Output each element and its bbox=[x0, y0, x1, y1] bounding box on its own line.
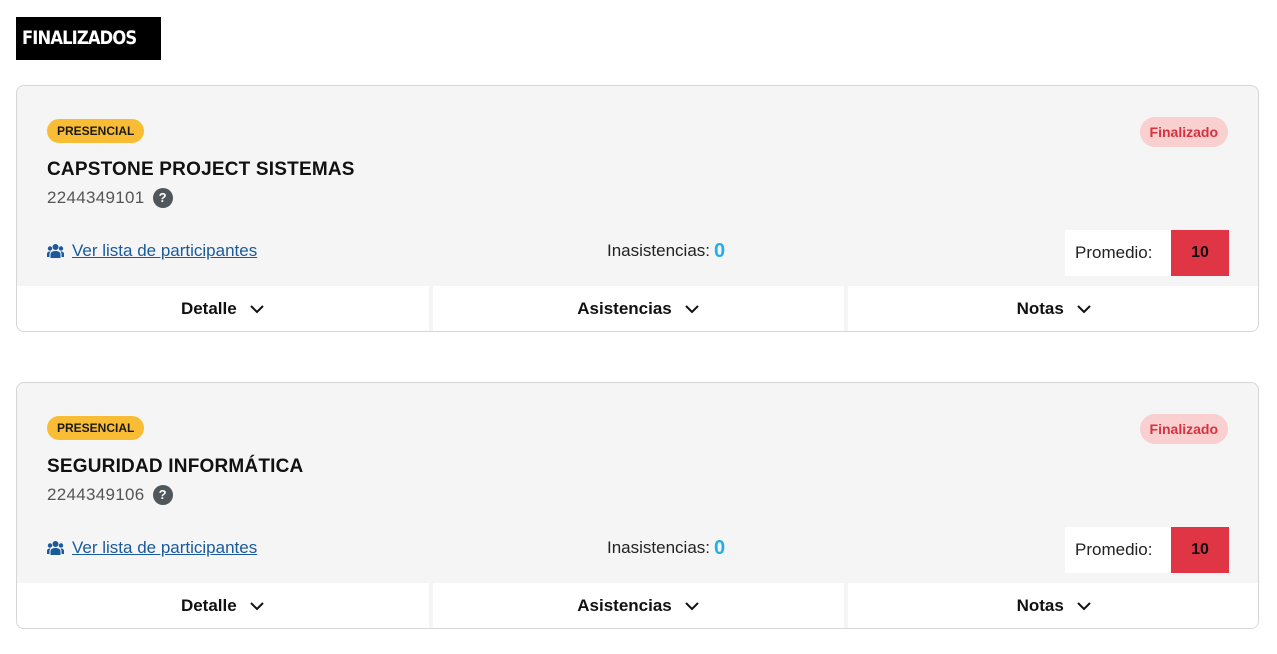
absences: Inasistencias: 0 bbox=[607, 241, 725, 261]
question-circle-icon[interactable]: ? bbox=[152, 188, 173, 208]
average-label: Promedio: bbox=[1075, 540, 1153, 559]
tab-attendance[interactable]: Asistencias bbox=[432, 286, 845, 331]
chevron-down-icon bbox=[1077, 305, 1091, 314]
chevron-down-icon bbox=[1077, 602, 1091, 611]
tab-label: Asistencias bbox=[577, 299, 672, 318]
course-code-row: 2244349101 ? bbox=[47, 188, 173, 208]
average-value: 10 bbox=[1171, 230, 1229, 276]
users-icon bbox=[47, 541, 64, 555]
page: FINALIZADOS PRESENCIAL Finalizado CAPSTO… bbox=[0, 0, 1277, 654]
tab-label: Asistencias bbox=[577, 596, 672, 615]
course-code: 2244349101 bbox=[47, 188, 145, 207]
average-label: Promedio: bbox=[1075, 243, 1153, 262]
course-tabs: Detalle Asistencias Notas bbox=[17, 583, 1258, 628]
modality-badge: PRESENCIAL bbox=[47, 119, 145, 143]
course-code-row: 2244349106 ? bbox=[47, 485, 173, 505]
section-title-text: FINALIZADOS bbox=[22, 27, 137, 49]
average-value: 10 bbox=[1171, 527, 1229, 573]
modality-badge: PRESENCIAL bbox=[47, 416, 145, 440]
chevron-down-icon bbox=[249, 305, 264, 314]
tab-label: Notas bbox=[1016, 596, 1064, 615]
absences-label: Inasistencias: bbox=[607, 241, 710, 260]
chevron-down-icon bbox=[249, 602, 264, 611]
participants-link-text: Ver lista de participantes bbox=[72, 538, 258, 557]
participants-link[interactable]: Ver lista de participantes bbox=[47, 241, 257, 261]
status-badge: Finalizado bbox=[1139, 117, 1228, 147]
tab-attendance[interactable]: Asistencias bbox=[432, 583, 845, 628]
course-card: PRESENCIAL Finalizado CAPSTONE PROJECT S… bbox=[16, 85, 1259, 332]
average-box: Promedio: 10 bbox=[1065, 527, 1229, 573]
tab-grades[interactable]: Notas bbox=[848, 583, 1258, 628]
participants-link-text: Ver lista de participantes bbox=[72, 241, 258, 260]
average-box: Promedio: 10 bbox=[1065, 230, 1229, 276]
chevron-down-icon bbox=[685, 305, 699, 314]
tab-label: Notas bbox=[1016, 299, 1064, 318]
course-card: PRESENCIAL Finalizado SEGURIDAD INFORMÁT… bbox=[16, 382, 1259, 629]
users-icon bbox=[47, 244, 64, 258]
course-code: 2244349106 bbox=[47, 485, 145, 504]
course-name: CAPSTONE PROJECT SISTEMAS bbox=[47, 159, 355, 180]
tab-detail[interactable]: Detalle bbox=[17, 286, 429, 331]
tab-label: Detalle bbox=[180, 596, 237, 615]
absences-value: 0 bbox=[714, 537, 726, 559]
tab-grades[interactable]: Notas bbox=[848, 286, 1258, 331]
chevron-down-icon bbox=[685, 602, 699, 611]
absences-value: 0 bbox=[714, 240, 726, 262]
course-name: SEGURIDAD INFORMÁTICA bbox=[47, 456, 304, 477]
tab-detail[interactable]: Detalle bbox=[17, 583, 429, 628]
absences: Inasistencias: 0 bbox=[607, 538, 725, 558]
section-title: FINALIZADOS bbox=[16, 17, 161, 60]
tab-label: Detalle bbox=[180, 299, 237, 318]
course-tabs: Detalle Asistencias Notas bbox=[17, 286, 1258, 331]
question-circle-icon[interactable]: ? bbox=[152, 485, 173, 505]
absences-label: Inasistencias: bbox=[607, 538, 710, 557]
participants-link[interactable]: Ver lista de participantes bbox=[47, 538, 257, 558]
status-badge: Finalizado bbox=[1139, 414, 1228, 444]
